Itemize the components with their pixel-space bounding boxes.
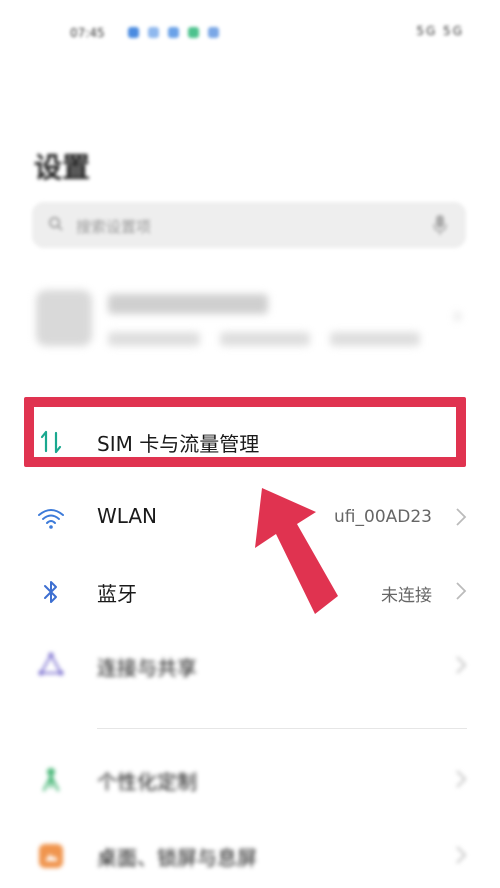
chevron-right-icon (456, 770, 467, 788)
wifi-icon (38, 509, 64, 529)
settings-item-personalize[interactable]: 个性化定制 (0, 742, 500, 816)
chevron-right-icon (456, 508, 467, 526)
desktop-icon (39, 844, 63, 868)
notification-icon (168, 27, 179, 38)
notification-icon (188, 27, 199, 38)
microphone-icon[interactable] (432, 214, 448, 236)
account-meta-redacted (330, 332, 420, 346)
chevron-right-icon (456, 846, 467, 864)
section-divider (97, 728, 467, 729)
chevron-right-icon (456, 656, 467, 674)
settings-item-label: 个性化定制 (97, 770, 197, 794)
search-icon (49, 217, 63, 231)
avatar (36, 290, 92, 346)
connection-share-icon (38, 652, 64, 676)
account-name-redacted (108, 294, 268, 314)
highlight-box (24, 397, 466, 467)
account-meta-redacted (108, 332, 200, 346)
status-bar: 07:45 5G 5G (0, 0, 500, 70)
account-card[interactable]: › (30, 280, 470, 360)
wlan-network-name: ufi_00AD23 (334, 507, 432, 527)
settings-item-label: 桌面、锁屏与息屏 (97, 846, 257, 870)
settings-item-wlan[interactable]: WLAN ufi_00AD23 (0, 480, 500, 554)
settings-item-desktop[interactable]: 桌面、锁屏与息屏 (0, 818, 500, 888)
page-title: 设置 (34, 151, 91, 184)
notification-icon (208, 27, 219, 38)
settings-item-connection-share[interactable]: 连接与共享 (0, 628, 500, 702)
settings-item-label: 蓝牙 (97, 582, 137, 606)
status-time: 07:45 (70, 26, 105, 40)
bluetooth-icon (44, 581, 57, 603)
notification-icon (128, 27, 139, 38)
account-meta-redacted (220, 332, 310, 346)
chevron-right-icon (456, 582, 467, 600)
chevron-right-icon: › (453, 304, 462, 329)
settings-item-label: WLAN (97, 504, 158, 528)
status-indicators: 5G 5G (416, 24, 464, 38)
notification-icon (148, 27, 159, 38)
bluetooth-status: 未连接 (381, 586, 432, 606)
search-input[interactable]: 搜索设置项 (32, 202, 466, 248)
settings-item-label: 连接与共享 (97, 656, 197, 680)
personalize-icon (42, 768, 60, 792)
search-placeholder: 搜索设置项 (76, 218, 152, 236)
settings-item-bluetooth[interactable]: 蓝牙 未连接 (0, 554, 500, 628)
